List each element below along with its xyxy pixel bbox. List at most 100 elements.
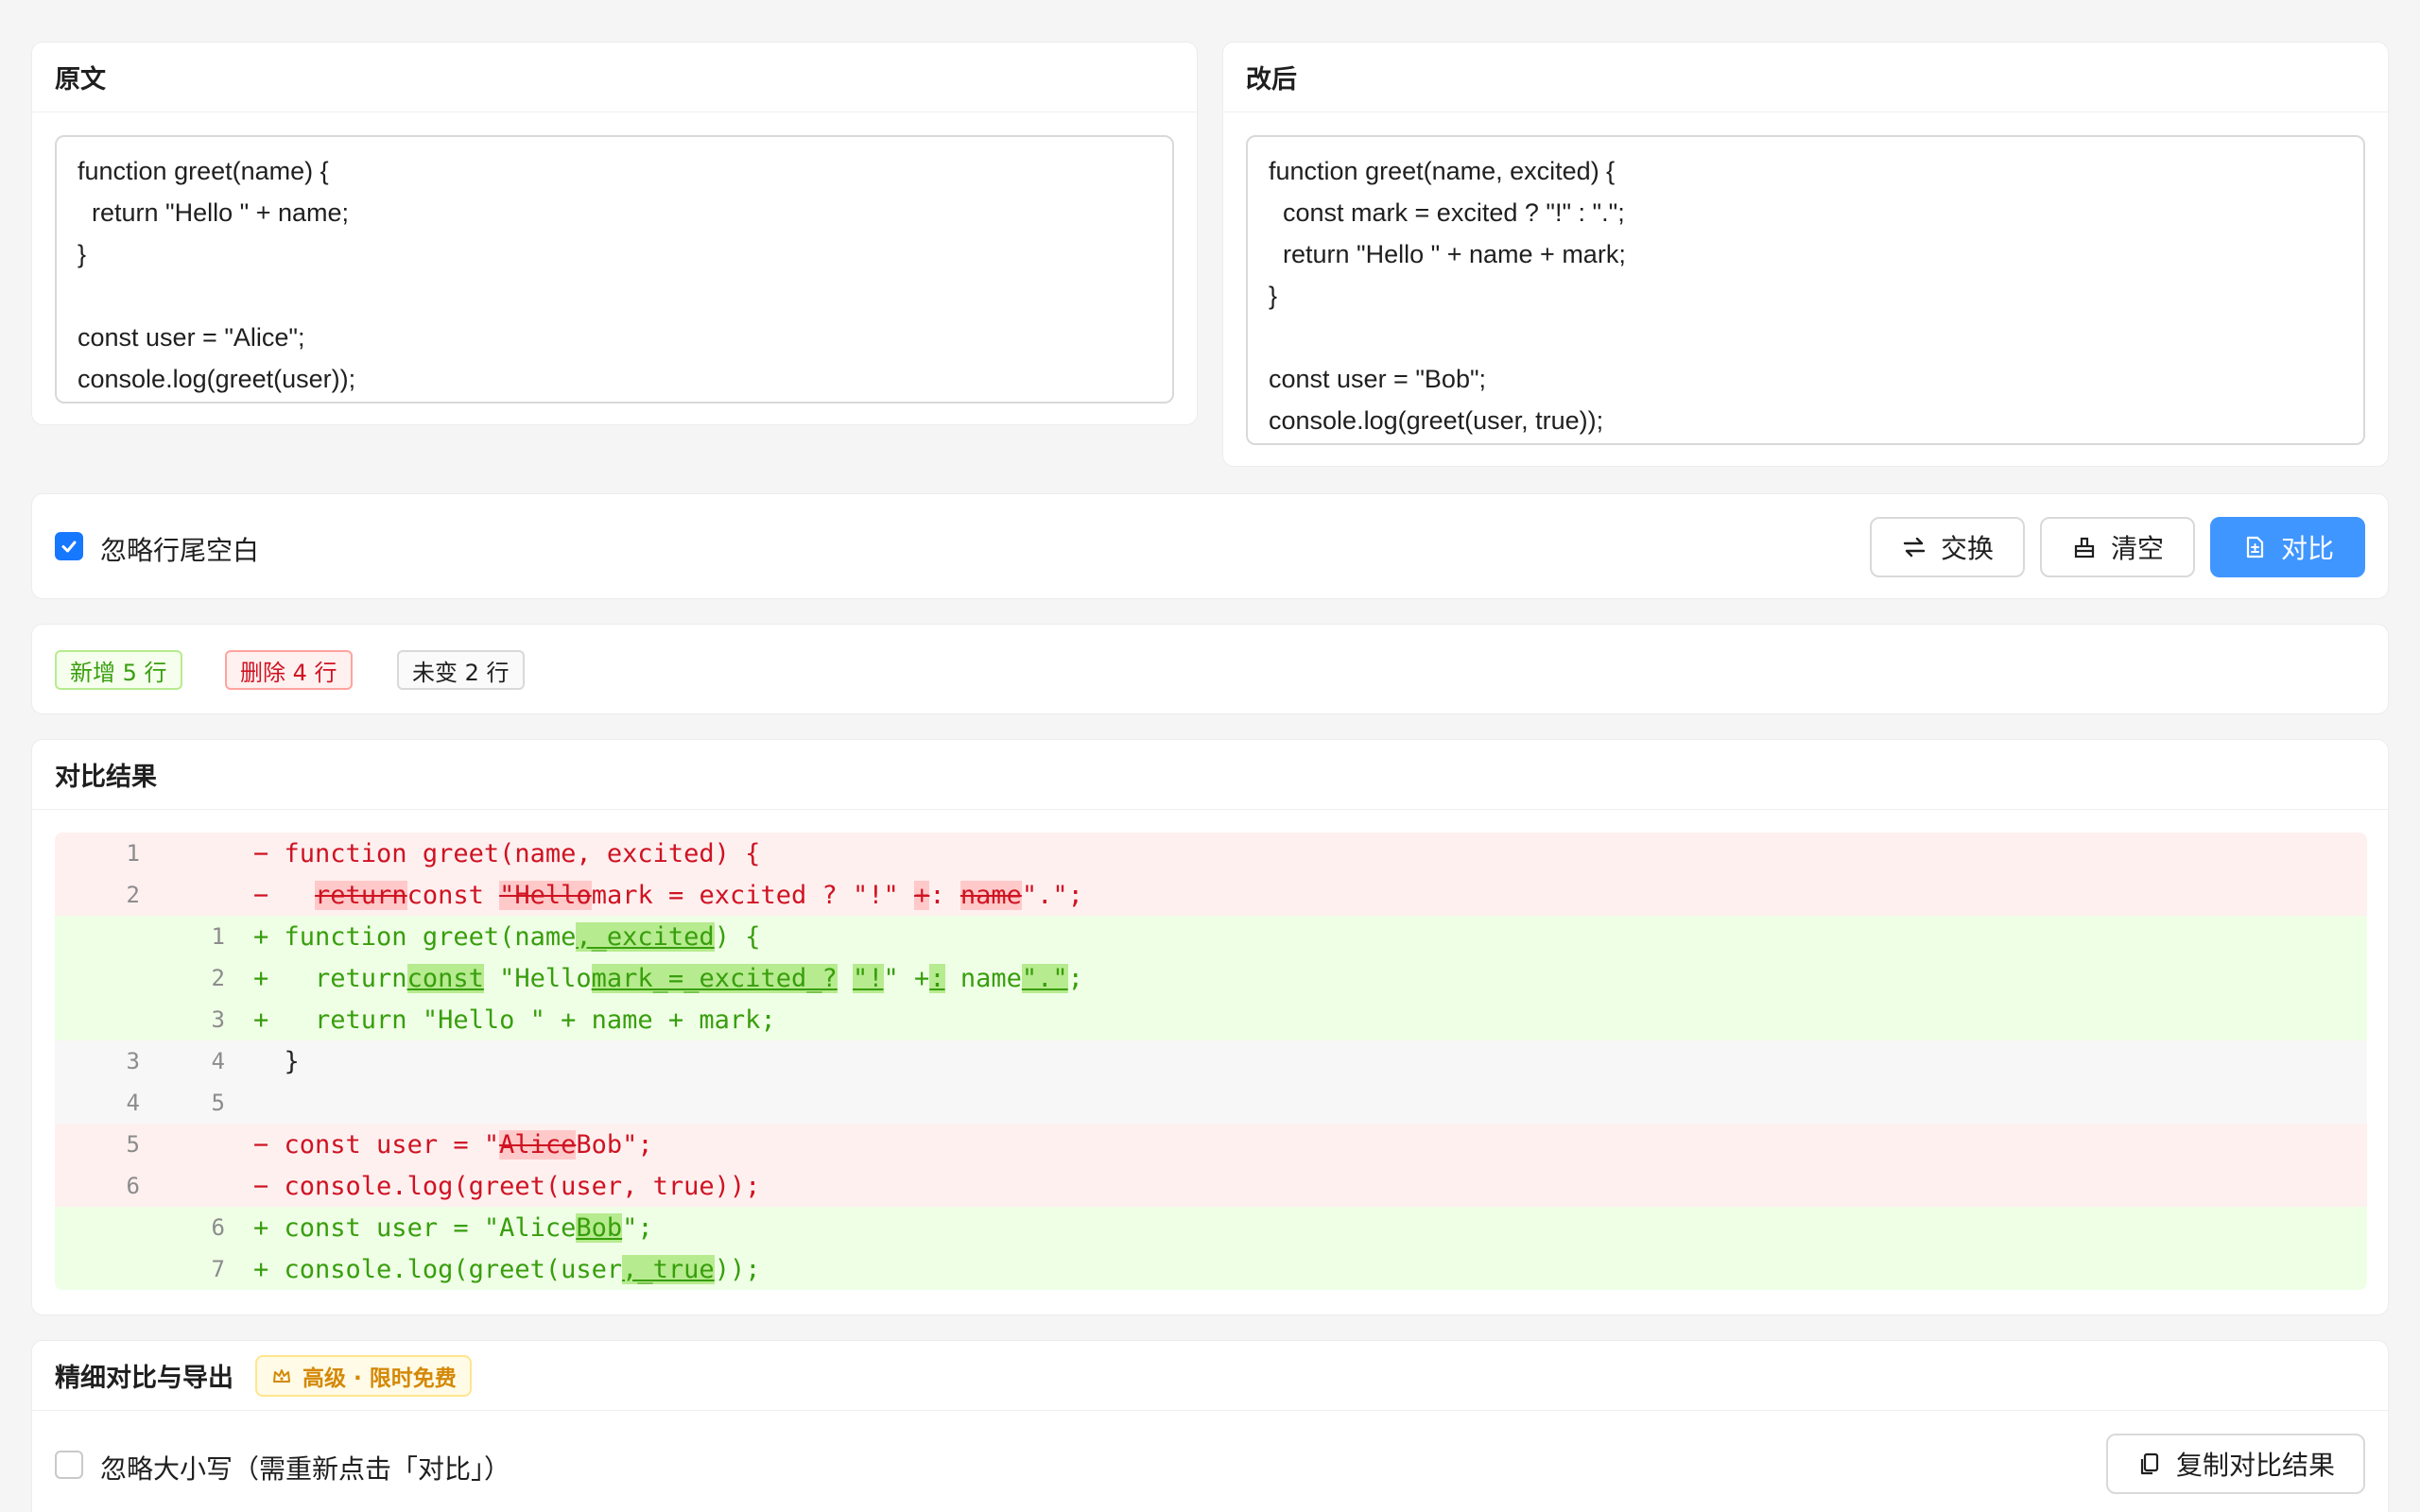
checkmark-icon — [61, 541, 77, 553]
added-token: const — [406, 963, 484, 993]
diff-code: } — [225, 1047, 300, 1076]
diff-sign: − — [253, 838, 269, 868]
removed-token: + — [914, 880, 930, 910]
code-line: const user = "Bob"; — [1269, 365, 1487, 393]
diff-code: + returnconst "Hellomark_=_excited_? "!"… — [225, 963, 1083, 993]
swap-icon — [1903, 537, 1926, 558]
old-line-number: 2 — [126, 882, 140, 908]
code-line: return "Hello " + name; — [78, 198, 350, 227]
code-segment: mark = excited ? "!" — [591, 880, 915, 910]
advanced-panel: 精细对比与导出 高级 · 限时免费 忽略大小写（需重新点击「对比」） 复制对比结… — [31, 1340, 2389, 1512]
ignore-trailing-whitespace-label[interactable]: 忽略行尾空白 — [100, 530, 259, 568]
diff-code: − console.log(greet(user, true)); — [225, 1172, 760, 1201]
ignore-case-checkbox[interactable] — [55, 1451, 83, 1479]
compare-button-label: 对比 — [2280, 533, 2334, 564]
added-token: "! — [853, 963, 884, 993]
compare-button[interactable]: 对比 — [2210, 517, 2365, 577]
diff-row: 1 + function greet(name,_excited) { — [55, 916, 2367, 957]
added-token: mark_=_excited_? — [591, 963, 838, 993]
old-line-number: 4 — [126, 1090, 140, 1116]
advanced-title-text: 精细对比与导出 — [55, 1364, 233, 1393]
code-segment: const user = " — [268, 1129, 500, 1160]
code-line: function greet(name) { — [78, 157, 329, 185]
options-toolbar: 忽略行尾空白 交换 清空 对比 — [31, 493, 2389, 599]
diff-row: 6 − console.log(greet(user, true)); — [55, 1165, 2367, 1207]
original-textarea[interactable]: function greet(name) { return "Hello " +… — [55, 135, 1174, 404]
added-token: ,_true — [622, 1254, 715, 1284]
code-segment: "."; — [1021, 880, 1083, 910]
premium-badge: 高级 · 限时免费 — [255, 1355, 472, 1397]
code-line: const mark = excited ? "!" : "."; — [1269, 198, 1625, 227]
diff-result-title: 对比结果 — [32, 740, 2388, 810]
ignore-trailing-whitespace-checkbox[interactable] — [55, 532, 83, 560]
premium-badge-label: 高级 · 限时免费 — [302, 1366, 457, 1391]
diff-code — [225, 1089, 268, 1118]
modified-textarea[interactable]: function greet(name, excited) { const ma… — [1246, 135, 2365, 445]
code-line: const user = "Alice"; — [78, 323, 305, 352]
added-token: : — [929, 963, 945, 993]
clear-button[interactable]: 清空 — [2040, 517, 2195, 577]
code-segment: const user = "Alice — [268, 1212, 577, 1243]
code-segment: return — [268, 963, 407, 993]
new-line-number: 5 — [211, 1090, 225, 1116]
diff-row: 6 + const user = "AliceBob"; — [55, 1207, 2367, 1248]
code-segment: "; — [622, 1212, 653, 1243]
code-segment: Bob"; — [576, 1129, 653, 1160]
code-segment: } — [268, 1046, 300, 1076]
code-line: function greet(name, excited) { — [1269, 157, 1616, 185]
code-segment: ) { — [714, 921, 761, 952]
diff-view: 1 − function greet(name, excited) {2 − ret… — [55, 833, 2367, 1290]
code-segment: "Hello — [483, 963, 592, 993]
diff-row: 5 − const user = "AliceBob"; — [55, 1124, 2367, 1165]
code-line: return "Hello " + name + mark; — [1269, 240, 1626, 268]
new-line-number: 2 — [211, 965, 225, 991]
unchanged-lines-badge: 未变 2 行 — [397, 650, 525, 690]
crown-icon — [273, 1369, 290, 1383]
code-line: } — [78, 240, 87, 268]
copy-result-button[interactable]: 复制对比结果 — [2106, 1434, 2365, 1494]
diff-code: + return "Hello " + name + mark; — [225, 1005, 776, 1035]
original-panel-title: 原文 — [32, 43, 1197, 112]
removed-token: name — [959, 880, 1022, 910]
deleted-lines-badge: 删除 4 行 — [225, 650, 353, 690]
diff-row: 3 4 } — [55, 1040, 2367, 1082]
code-segment: function greet(name, excited) { — [268, 838, 761, 868]
swap-button[interactable]: 交换 — [1870, 517, 2025, 577]
code-segment: name — [944, 963, 1022, 993]
old-line-number: 6 — [126, 1173, 140, 1199]
diff-sign: + — [253, 1212, 269, 1243]
old-line-number: 5 — [126, 1131, 140, 1158]
diff-row: 45 — [55, 1082, 2367, 1124]
diff-code: − const user = "AliceBob"; — [225, 1129, 653, 1160]
new-line-number: 6 — [211, 1214, 225, 1241]
diff-code: − returnconst "Hellomark = excited ? "!"… — [225, 880, 1083, 910]
diff-result-panel: 对比结果 1 − function greet(name, excited) {2… — [31, 739, 2389, 1315]
clear-icon — [2074, 537, 2095, 558]
clear-button-label: 清空 — [2110, 533, 2164, 564]
diff-code: − function greet(name, excited) { — [225, 839, 760, 868]
ignore-case-label[interactable]: 忽略大小写（需重新点击「对比」） — [100, 1449, 510, 1486]
added-lines-badge: 新增 5 行 — [55, 650, 182, 690]
added-token: Bob — [576, 1212, 623, 1243]
code-segment: ; — [1067, 963, 1083, 993]
diff-sign — [253, 1089, 268, 1118]
new-line-number: 7 — [211, 1256, 225, 1282]
diff-sign: − — [253, 1129, 269, 1160]
code-line: console.log(greet(user, true)); — [1269, 406, 1604, 435]
code-segment: function greet(name — [268, 921, 577, 952]
removed-token: Alice — [499, 1129, 577, 1160]
diff-sign: − — [253, 1171, 269, 1201]
code-segment: return "Hello " + name + mark; — [268, 1005, 776, 1035]
code-segment: const — [406, 880, 500, 910]
diff-stats-bar: 新增 5 行 删除 4 行 未变 2 行 — [31, 624, 2389, 714]
code-segment: )); — [714, 1254, 761, 1284]
diff-row: 2 − returnconst "Hellomark = excited ? "!… — [55, 874, 2367, 916]
code-line: } — [1269, 282, 1278, 310]
old-line-number: 3 — [126, 1048, 140, 1074]
swap-button-label: 交换 — [1940, 533, 1994, 564]
original-panel: 原文 function greet(name) { return "Hello … — [31, 42, 1198, 425]
diff-code: + console.log(greet(user,_true)); — [225, 1254, 761, 1284]
